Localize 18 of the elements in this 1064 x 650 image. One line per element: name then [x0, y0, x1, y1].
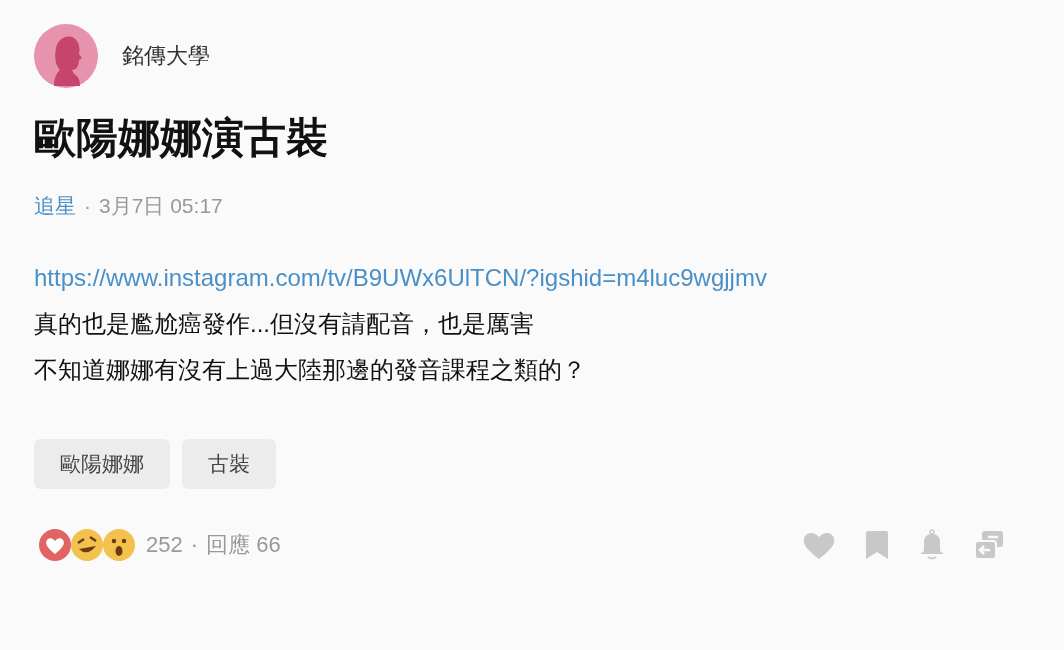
- author-name[interactable]: 銘傳大學: [122, 41, 210, 71]
- post-date: 3月7日 05:17: [99, 193, 223, 219]
- body-text: 真的也是尷尬癌發作...但沒有請配音，也是厲害: [34, 309, 535, 339]
- surprised-face-icon: [102, 528, 136, 562]
- tag-chip[interactable]: 古裝: [182, 439, 276, 489]
- separator: ·: [190, 532, 199, 558]
- tag-chip[interactable]: 歐陽娜娜: [34, 439, 170, 489]
- body-text: 不知道娜娜有沒有上過大陸那邊的發音課程之類的？: [34, 355, 587, 385]
- laughing-face-icon: [70, 528, 104, 562]
- heart-reaction-icon: [38, 528, 72, 562]
- bell-icon[interactable]: [918, 529, 946, 561]
- separator: ·: [84, 194, 91, 218]
- like-icon[interactable]: [802, 530, 836, 560]
- reaction-count: 252: [146, 532, 183, 558]
- bookmark-icon[interactable]: [864, 530, 890, 560]
- avatar-icon[interactable]: [34, 24, 98, 88]
- share-icon[interactable]: [974, 530, 1004, 560]
- post-title: 歐陽娜娜演古裝: [34, 113, 329, 163]
